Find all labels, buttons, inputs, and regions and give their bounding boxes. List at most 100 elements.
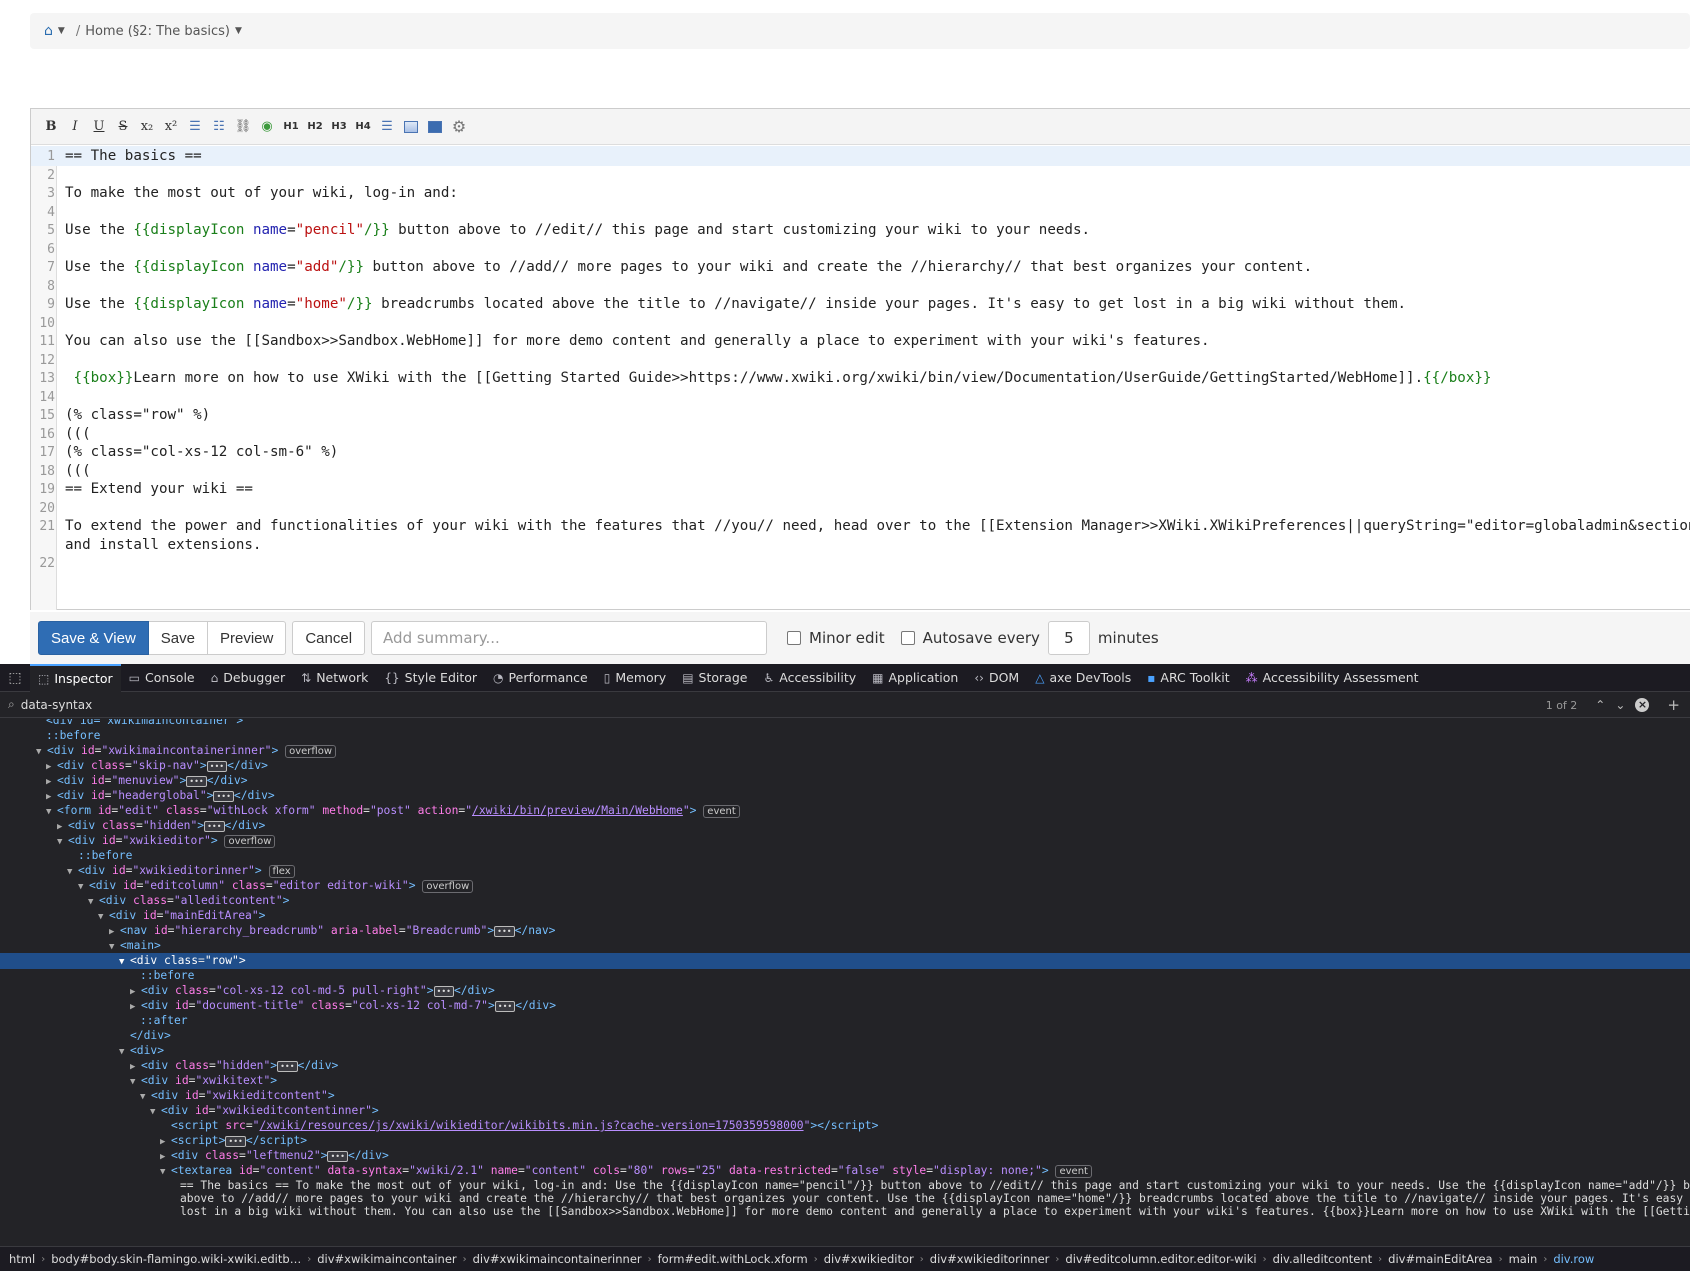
dom-node[interactable]: ▶ <div id="document-title" class="col-xs-…: [0, 998, 1690, 1014]
tab-inspector[interactable]: ⬚ Inspector: [30, 663, 121, 692]
code-area[interactable]: 1 == The basics == 2 3 To make the most ou…: [31, 146, 1690, 610]
bold-button[interactable]: B: [39, 116, 63, 138]
breadcrumb-node[interactable]: html: [9, 1252, 35, 1266]
dom-node[interactable]: ▼ <div>: [0, 1043, 1690, 1059]
dom-node[interactable]: ▶ <div class="skip-nav"> ••• </div>: [0, 758, 1690, 774]
breadcrumb-current-page[interactable]: Home (§2: The basics): [85, 24, 230, 39]
tab-memory[interactable]: ▯ Memory: [596, 664, 674, 692]
tab-arc-toolkit[interactable]: ▪ ARC Toolkit: [1139, 664, 1237, 692]
h2-button[interactable]: H2: [303, 116, 327, 138]
preview-button[interactable]: Preview: [207, 621, 287, 655]
dom-node[interactable]: ▶ <div class="hidden"> ••• </div>: [0, 1058, 1690, 1074]
italic-button[interactable]: I: [63, 116, 87, 138]
checkbox-box[interactable]: [900, 631, 915, 645]
breadcrumb-node[interactable]: main: [1509, 1252, 1538, 1266]
dom-node[interactable]: ::before: [0, 728, 1690, 744]
dom-node[interactable]: ::before: [0, 968, 1690, 984]
tab-console[interactable]: ▭ Console: [121, 664, 203, 692]
dom-node[interactable]: ▶ <div id="headerglobal"> ••• </div>: [0, 788, 1690, 804]
dom-node[interactable]: ::after: [0, 1013, 1690, 1029]
breadcrumb-node[interactable]: div.alleditcontent: [1273, 1252, 1373, 1266]
dom-node[interactable]: ::before: [0, 848, 1690, 864]
tab-debugger[interactable]: ⌂ Debugger: [203, 664, 294, 692]
tab-network[interactable]: ⇅ Network: [293, 664, 376, 692]
dom-node[interactable]: ▼ <div id="editcolumn" class="editor edit…: [0, 878, 1690, 894]
summary-input[interactable]: Add summary...: [371, 621, 768, 655]
chevron-down-icon[interactable]: ▼: [235, 26, 242, 36]
dom-node[interactable]: ▼ <div id="xwikimaincontainerinner"> over…: [0, 743, 1690, 759]
dom-node[interactable]: ▼ <div id="mainEditArea">: [0, 908, 1690, 924]
next-result-icon[interactable]: ⌄: [1615, 698, 1625, 712]
image-button[interactable]: ◉: [255, 116, 279, 138]
horizontal-rule-button[interactable]: ☰: [375, 116, 399, 138]
dom-node[interactable]: ▶ <nav id="hierarchy_breadcrumb" aria-lab…: [0, 923, 1690, 939]
add-node-icon[interactable]: +: [1667, 696, 1680, 714]
h4-button[interactable]: H4: [351, 116, 375, 138]
tab-axe-devtools[interactable]: △ axe DevTools: [1027, 664, 1139, 692]
h3-button[interactable]: H3: [327, 116, 351, 138]
save-and-view-button[interactable]: Save & View: [38, 621, 149, 655]
tab-storage[interactable]: ▤ Storage: [674, 664, 755, 692]
subscript-button[interactable]: x₂: [135, 116, 159, 138]
wiki-editor: B I U S x₂ x² ☰ ☷ ⛓ ◉ H1 H2 H3 H4 ☰ ⚙ 1 =…: [30, 108, 1690, 610]
dom-node[interactable]: ▶ <div class="leftmenu2"> ••• </div>: [0, 1148, 1690, 1164]
dom-node-selected[interactable]: ▼ <div class="row">: [0, 953, 1690, 969]
element-picker-icon[interactable]: ⬚: [0, 664, 30, 692]
dom-node[interactable]: ▼ <div id="xwikieditcontent">: [0, 1088, 1690, 1104]
dom-node[interactable]: ▶ <div id="menuview"> ••• </div>: [0, 773, 1690, 789]
style-editor-icon: {}: [384, 670, 400, 685]
strikethrough-button[interactable]: S: [111, 116, 135, 138]
dom-node[interactable]: ▼ <div id="xwikieditcontentinner">: [0, 1103, 1690, 1119]
tab-accessibility[interactable]: ♿ Accessibility: [755, 664, 864, 692]
superscript-button[interactable]: x²: [159, 116, 183, 138]
minor-edit-checkbox[interactable]: Minor edit: [787, 629, 885, 647]
breadcrumb-node[interactable]: div#editcolumn.editor.editor-wiki: [1065, 1252, 1256, 1266]
dom-node[interactable]: ▶ <script> ••• </script>: [0, 1133, 1690, 1149]
previous-result-icon[interactable]: ⌃: [1595, 698, 1605, 712]
html-button[interactable]: [423, 116, 447, 138]
cancel-button[interactable]: Cancel: [292, 621, 366, 655]
breadcrumb-node[interactable]: form#edit.withLock.xform: [658, 1252, 808, 1266]
dom-node[interactable]: ▼ <div class="alleditcontent">: [0, 893, 1690, 909]
breadcrumb-node[interactable]: body#body.skin-flamingo.wiki-xwiki.editb…: [51, 1252, 301, 1266]
tab-performance[interactable]: ◔ Performance: [485, 664, 596, 692]
dom-node[interactable]: <script src="/xwiki/resources/js/xwiki/w…: [0, 1118, 1690, 1134]
home-icon[interactable]: ⌂: [44, 23, 53, 39]
chevron-down-icon[interactable]: ▼: [58, 26, 65, 36]
dom-node[interactable]: ▼ <div id="xwikitext">: [0, 1073, 1690, 1089]
dom-node[interactable]: ▼ <form id="edit" class="withLock xform" …: [0, 803, 1690, 819]
underline-button[interactable]: U: [87, 116, 111, 138]
dom-node[interactable]: ▶ <div class="hidden"> ••• </div>: [0, 818, 1690, 834]
tab-dom[interactable]: ‹› DOM: [966, 664, 1027, 692]
dom-node[interactable]: ▶ <div class="col-xs-12 col-md-5 pull-rig…: [0, 983, 1690, 999]
breadcrumb-node[interactable]: div#xwikimaincontainer: [317, 1252, 456, 1266]
breadcrumb-node[interactable]: div#xwikieditor: [824, 1252, 914, 1266]
numbered-list-button[interactable]: ☷: [207, 116, 231, 138]
autosave-checkbox[interactable]: Autosave every: [900, 629, 1040, 647]
checkbox-box[interactable]: [787, 631, 802, 645]
clear-search-icon[interactable]: ×: [1635, 698, 1650, 712]
dom-node[interactable]: ▼ <main>: [0, 938, 1690, 954]
dom-node[interactable]: ▼ <textarea id="content" data-syntax="xwi…: [0, 1163, 1690, 1179]
tab-accessibility-assessment[interactable]: ⁂ Accessibility Assessment: [1238, 664, 1427, 692]
inspector-search[interactable]: ⌕ data-syntax 1 of 2 ⌃ ⌄ × +: [0, 692, 1690, 718]
code-line: 1 == The basics ==: [31, 146, 1690, 166]
save-button[interactable]: Save: [148, 621, 208, 655]
h1-button[interactable]: H1: [279, 116, 303, 138]
link-button[interactable]: ⛓: [231, 116, 255, 138]
dom-node[interactable]: ▼ <div id="xwikieditor"> overflow: [0, 833, 1690, 849]
dom-node[interactable]: </div>: [0, 1028, 1690, 1044]
table-button[interactable]: [399, 116, 423, 138]
tab-style-editor[interactable]: {} Style Editor: [376, 664, 485, 692]
search-input[interactable]: data-syntax: [21, 698, 92, 712]
tab-application[interactable]: ▦ Application: [864, 664, 966, 692]
macro-button[interactable]: ⚙: [447, 116, 471, 138]
autosave-minutes-input[interactable]: 5: [1047, 621, 1090, 655]
bulleted-list-button[interactable]: ☰: [183, 116, 207, 138]
breadcrumb-node-current[interactable]: div.row: [1553, 1252, 1594, 1266]
breadcrumb-node[interactable]: div#mainEditArea: [1388, 1252, 1492, 1266]
breadcrumb-node[interactable]: div#xwikimaincontainerinner: [473, 1252, 642, 1266]
dom-node[interactable]: ▼ <div id="xwikieditorinner"> flex: [0, 863, 1690, 879]
breadcrumb-node[interactable]: div#xwikieditorinner: [930, 1252, 1050, 1266]
dom-text-node[interactable]: lost in a big wiki without them. You can…: [0, 1204, 1690, 1220]
